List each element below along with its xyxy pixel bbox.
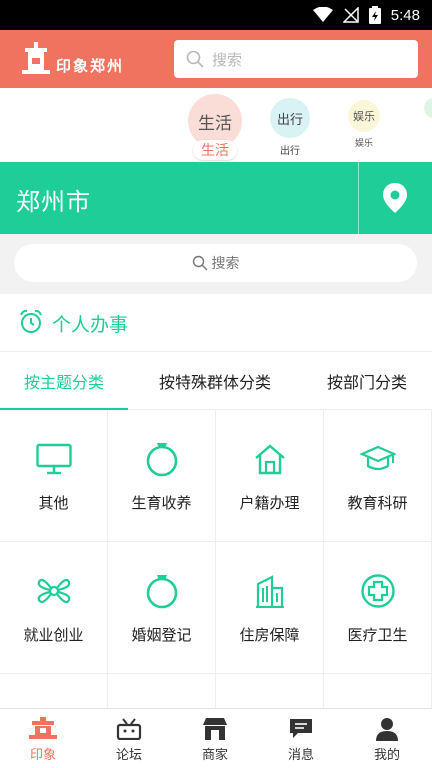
pagoda-icon: [29, 717, 57, 739]
fan-icon: [37, 578, 70, 604]
category-travel-label: 出行: [280, 146, 300, 157]
home-icon: [254, 444, 285, 475]
location-pin-icon[interactable]: [382, 182, 408, 214]
service-label: 教育科研: [347, 494, 408, 512]
tab-by-special-group[interactable]: 按特殊群体分类: [128, 352, 302, 410]
section-header: 个人办事: [0, 294, 432, 352]
tab-by-department[interactable]: 按部门分类: [302, 352, 432, 410]
forum-icon: [116, 718, 142, 740]
category-next-partial[interactable]: [424, 98, 432, 118]
nav-profile[interactable]: 我的: [344, 709, 430, 768]
nav-forum[interactable]: 论坛: [86, 709, 172, 768]
nav-impression[interactable]: 印象: [0, 709, 86, 768]
nav-label: 印象: [29, 748, 56, 763]
logo-text: 印象郑州: [56, 57, 125, 75]
category-entertainment[interactable]: 娱乐 娱乐: [348, 100, 380, 149]
app-logo: 印象郑州: [22, 42, 124, 76]
category-life[interactable]: 生活 生活: [188, 94, 242, 160]
nav-label: 论坛: [115, 748, 142, 763]
city-divider: [358, 162, 359, 234]
service-employment[interactable]: 就业创业: [0, 542, 108, 674]
city-bar: 郑州市: [0, 162, 432, 234]
service-search-placeholder: 搜索: [211, 256, 240, 272]
ring-icon: [146, 443, 177, 477]
category-travel-bubble: 出行: [270, 98, 310, 138]
service-label: 其他: [38, 494, 69, 512]
service-other[interactable]: 其他: [0, 410, 108, 542]
category-entertainment-bubble: 娱乐: [348, 100, 380, 132]
status-time: 5:48: [390, 6, 420, 24]
service-row3-cell[interactable]: [324, 674, 432, 708]
service-birth-adoption[interactable]: 生育收养: [108, 410, 216, 542]
service-grid: 其他 生育收养 户籍办理 教育科研 就业创业 婚姻登记 住房保障 医疗卫生: [0, 410, 432, 708]
status-bar: 5:48: [0, 0, 432, 30]
shop-icon: [203, 718, 227, 740]
service-label: 就业创业: [23, 626, 84, 644]
service-housing[interactable]: 住房保障: [216, 542, 324, 674]
category-scroller[interactable]: 生活 生活 出行 出行 娱乐 娱乐: [0, 88, 432, 162]
service-row3-cell[interactable]: [0, 674, 108, 708]
no-signal-icon: [342, 7, 359, 23]
nav-label: 商家: [201, 748, 228, 763]
alarm-clock-icon: [20, 309, 42, 333]
search-icon: [192, 255, 207, 271]
service-label: 婚姻登记: [131, 626, 192, 644]
service-marriage-registration[interactable]: 婚姻登记: [108, 542, 216, 674]
service-medical-health[interactable]: 医疗卫生: [324, 542, 432, 674]
service-row3-cell[interactable]: [108, 674, 216, 708]
service-education-research[interactable]: 教育科研: [324, 410, 432, 542]
service-row3-cell[interactable]: [216, 674, 324, 708]
category-next-bubble: [424, 98, 432, 118]
service-label: 生育收养: [131, 494, 192, 512]
battery-icon: [368, 6, 381, 24]
pagoda-logo-icon: [22, 42, 50, 74]
medical-cross-icon: [360, 574, 395, 608]
city-name: 郑州市: [16, 188, 91, 216]
category-tabs: 按主题分类 按特殊群体分类 按部门分类: [0, 352, 432, 411]
service-label: 住房保障: [239, 626, 300, 644]
category-life-label: 生活: [193, 140, 237, 160]
service-label: 医疗卫生: [347, 626, 408, 644]
search-area: 搜索: [0, 234, 432, 294]
category-travel[interactable]: 出行 出行: [270, 98, 310, 157]
header-search-input[interactable]: 搜索: [174, 40, 418, 78]
header-search-placeholder: 搜索: [212, 50, 243, 69]
nav-label: 消息: [287, 748, 314, 763]
status-icons: 5:48: [312, 6, 420, 24]
section-title: 个人办事: [52, 314, 129, 336]
ring-icon: [146, 575, 177, 609]
message-icon: [290, 719, 312, 738]
service-label: 户籍办理: [239, 494, 300, 512]
tab-by-topic[interactable]: 按主题分类: [0, 352, 128, 410]
app-header: 印象郑州 搜索: [0, 30, 432, 88]
nav-merchants[interactable]: 商家: [172, 709, 258, 768]
nav-messages[interactable]: 消息: [258, 709, 344, 768]
graduation-cap-icon: [359, 445, 396, 471]
buildings-icon: [255, 575, 284, 608]
nav-label: 我的: [373, 748, 400, 763]
service-search-input[interactable]: 搜索: [14, 244, 417, 282]
bottom-navigation: 印象 论坛 商家 消息 我的: [0, 708, 432, 768]
wifi-icon: [312, 7, 333, 22]
service-household-registration[interactable]: 户籍办理: [216, 410, 324, 542]
monitor-icon: [35, 443, 72, 475]
search-icon: [186, 50, 204, 68]
category-entertainment-label: 娱乐: [354, 139, 373, 149]
user-icon: [376, 718, 398, 741]
